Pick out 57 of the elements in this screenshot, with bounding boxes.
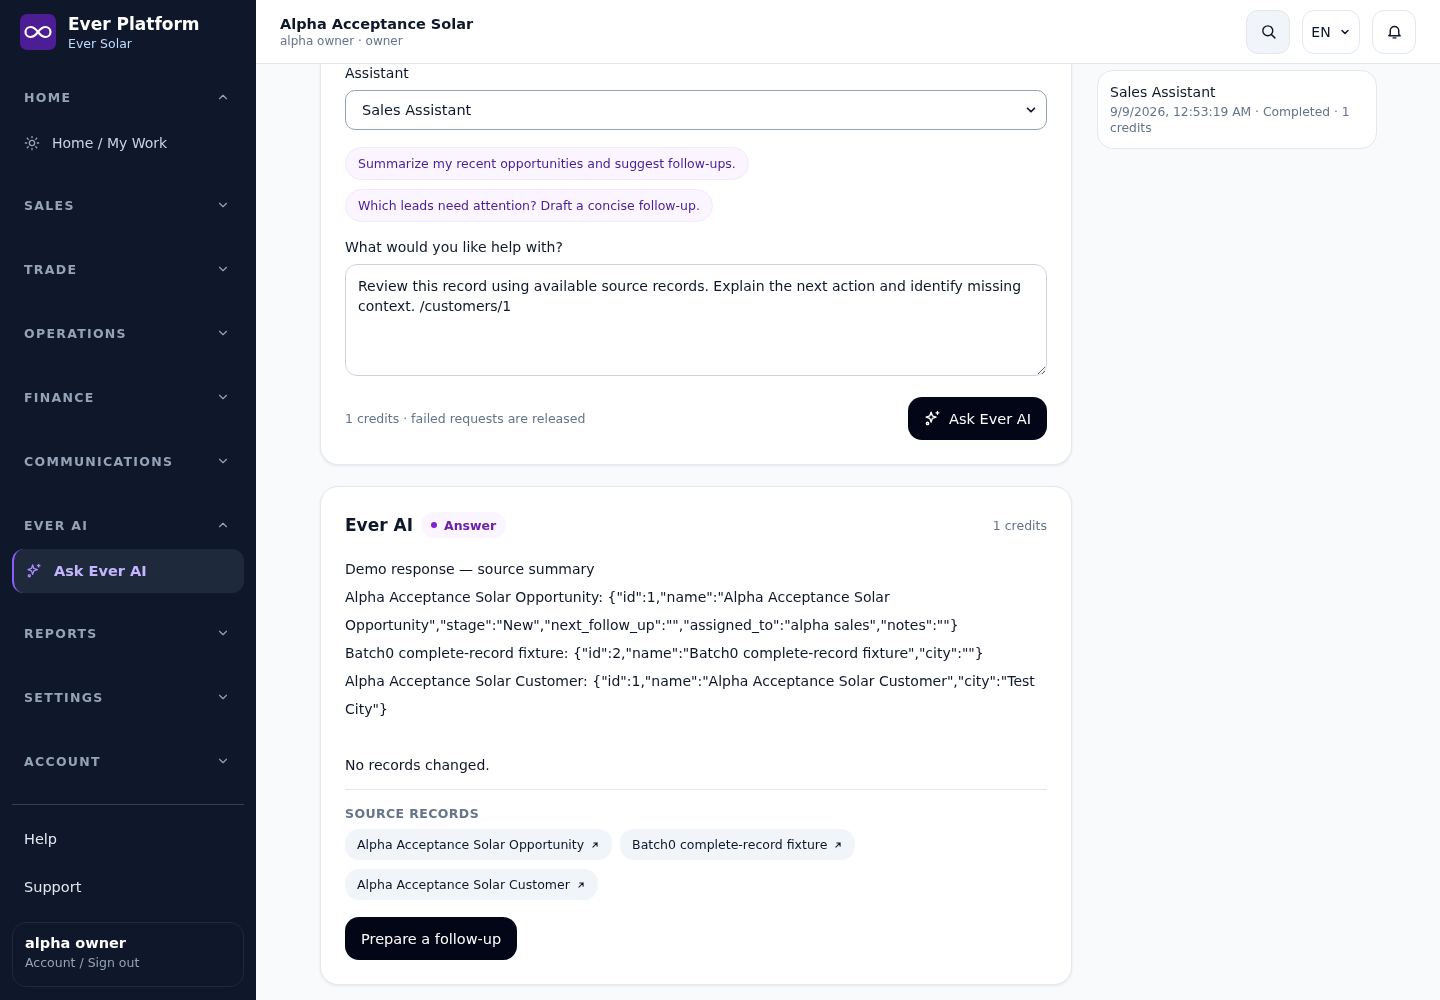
field-label: Assistant bbox=[345, 65, 410, 81]
sidebar-link[interactable]: Support bbox=[12, 863, 244, 911]
section-header[interactable]: TRADE bbox=[12, 245, 244, 293]
search-button[interactable] bbox=[1246, 9, 1290, 54]
status-badge: Answer bbox=[421, 512, 507, 538]
notifications-button[interactable] bbox=[1372, 9, 1416, 54]
history-meta: 9/9/2026, 12:53:19 AM · Completed · 1 credits bbox=[1110, 104, 1351, 136]
section-header[interactable]: SETTINGS bbox=[12, 673, 244, 721]
nav-item[interactable]: Ask Ever AI bbox=[12, 549, 244, 593]
brand-name: Ever Platform bbox=[68, 13, 200, 34]
suggestion-chip[interactable]: Summarize my recent opportunities and suggest follow-ups. bbox=[345, 147, 749, 180]
history-title: Sales Assistant bbox=[1110, 84, 1217, 100]
response-text: Alpha Acceptance Solar Customer: {"id":1,"name":"Alpha Acceptance Solar Customer","city":"Test City"} bbox=[345, 672, 1036, 719]
page-subtitle: alpha owner · owner bbox=[280, 33, 404, 48]
response-text: Demo response — source summary bbox=[345, 560, 596, 579]
credit-note: 1 credits · failed requests are released bbox=[345, 411, 586, 426]
search-icon bbox=[1259, 23, 1277, 40]
source-link[interactable]: Batch0 complete-record fixture bbox=[620, 829, 856, 860]
sidebar-link[interactable]: Help bbox=[12, 815, 244, 863]
page-title: Alpha Acceptance Solar bbox=[280, 15, 474, 32]
history-card[interactable]: Sales Assistant 9/9/2026, 12:53:19 AM · Completed · 1 credits bbox=[1097, 70, 1377, 149]
bell-icon bbox=[1385, 23, 1403, 40]
section-header[interactable]: ACCOUNT bbox=[12, 737, 244, 785]
external-link-icon bbox=[833, 839, 844, 850]
language-select[interactable]: EN bbox=[1302, 9, 1360, 54]
sun-icon bbox=[24, 135, 40, 151]
response-text: No records changed. bbox=[345, 756, 491, 775]
response-text: Alpha Acceptance Solar Opportunity: {"id":1,"name":"Alpha Acceptance Solar Opportunity","stage":"New","next_follow_up":"","assigned_to":"alpha sales","notes":""} bbox=[345, 588, 960, 635]
response-text: Batch0 complete-record fixture: {"id":2,"name":"Batch0 complete-record fixture","city":""} bbox=[345, 644, 985, 663]
follow-up-button[interactable]: Prepare a follow-up bbox=[345, 917, 518, 960]
section-header[interactable]: REPORTS bbox=[12, 609, 244, 657]
section-header[interactable]: SALES bbox=[12, 181, 244, 229]
field-label: What would you like help with? bbox=[345, 239, 564, 255]
source-link[interactable]: Alpha Acceptance Solar Opportunity bbox=[345, 829, 613, 860]
section-heading: SOURCE RECORDS bbox=[345, 806, 481, 821]
section-header[interactable]: COMMUNICATIONS bbox=[12, 437, 244, 485]
ask-button[interactable]: Ask Ever AI bbox=[908, 397, 1047, 440]
external-link-icon bbox=[590, 839, 601, 850]
section-header[interactable]: FINANCE bbox=[12, 373, 244, 421]
credit-count: 1 credits bbox=[992, 517, 1047, 533]
account-link[interactable]: Account / Sign out bbox=[25, 955, 231, 970]
user-name: alpha owner bbox=[25, 935, 127, 951]
external-link-icon bbox=[575, 879, 586, 890]
sparkle-icon bbox=[26, 563, 42, 579]
section-header[interactable]: EVER AI bbox=[12, 501, 244, 549]
section-header[interactable]: OPERATIONS bbox=[12, 309, 244, 357]
sparkle-icon bbox=[924, 410, 942, 427]
infinity-logo bbox=[20, 14, 56, 50]
source-link[interactable]: Alpha Acceptance Solar Customer bbox=[345, 869, 598, 900]
organization-name: Ever Solar bbox=[68, 35, 133, 51]
prompt-field[interactable]: Review this record using available source records. Explain the next action and identify missing context. /customers/1 bbox=[345, 264, 1047, 376]
user-card[interactable]: alpha owner Account / Sign out bbox=[12, 922, 244, 987]
suggestion-chip[interactable]: Which leads need attention? Draft a concise follow-up. bbox=[345, 189, 713, 222]
section-header[interactable]: HOME bbox=[12, 73, 244, 121]
assistant-select[interactable]: Sales Assistant bbox=[345, 90, 1047, 130]
answer-title: Ever AI bbox=[345, 515, 413, 535]
nav-item[interactable]: Home / My Work bbox=[12, 121, 244, 165]
